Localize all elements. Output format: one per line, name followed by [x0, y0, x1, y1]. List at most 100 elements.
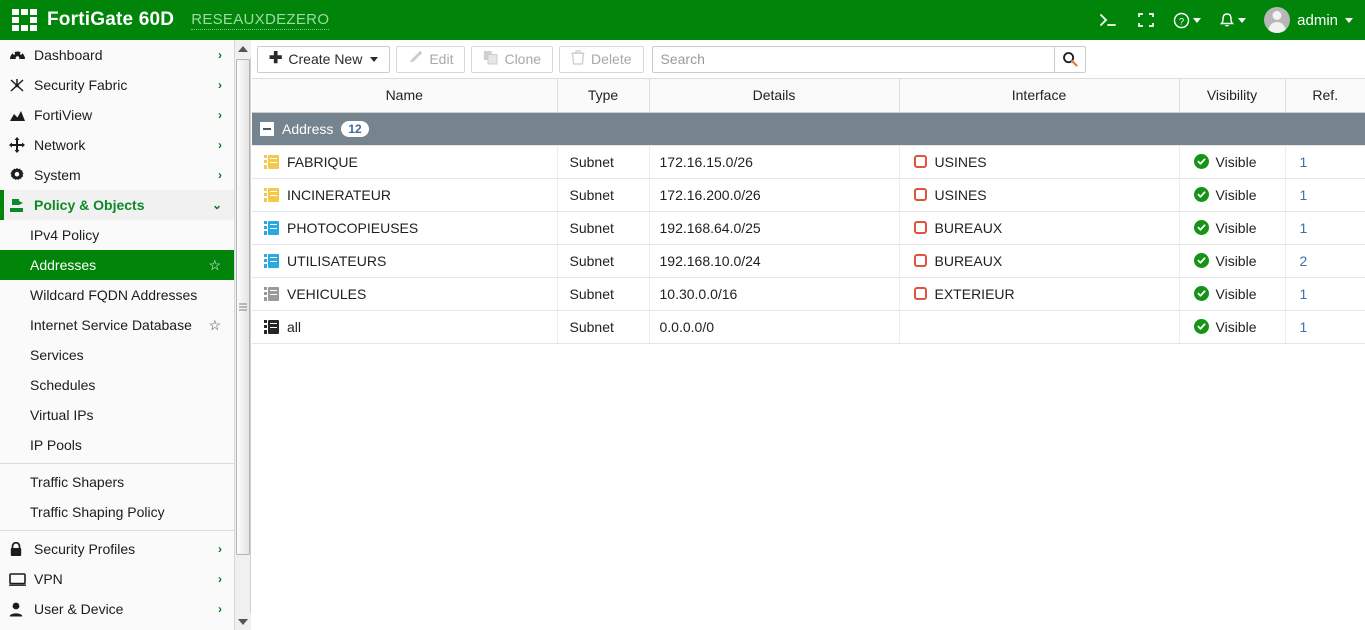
visibility-label: Visible	[1215, 219, 1257, 236]
star-icon[interactable]: ☆	[208, 318, 221, 332]
sidebar-item-traffic-shapers[interactable]: Traffic Shapers	[0, 467, 234, 497]
create-new-button[interactable]: ✚ Create New	[257, 45, 391, 73]
address-name: UTILISATEURS	[287, 252, 387, 269]
ref-count-link[interactable]: 1	[1294, 286, 1308, 302]
chevron-right-icon: ›	[218, 542, 222, 556]
cell-ref: 1	[1285, 145, 1365, 179]
sidebar-item-services[interactable]: Services	[0, 340, 234, 370]
interface-name: BUREAUX	[934, 252, 1003, 269]
address-table: Name Type Details Interface Visibility R…	[252, 79, 1365, 344]
address-object-icon	[264, 154, 279, 169]
sidebar-item-wildcard-fqdn-addresses[interactable]: Wildcard FQDN Addresses	[0, 280, 234, 310]
scrollbar-thumb[interactable]	[236, 59, 250, 555]
chevron-right-icon: ›	[218, 138, 222, 152]
sidebar-item-fortiview[interactable]: FortiView ›	[0, 100, 234, 130]
sidebar-scrollbar[interactable]	[235, 40, 251, 630]
collapse-icon[interactable]	[260, 121, 274, 136]
sidebar-label: Security Fabric	[34, 77, 128, 93]
interface-name: BUREAUX	[934, 219, 1003, 236]
sidebar-item-schedules[interactable]: Schedules	[0, 370, 234, 400]
system-gear-icon	[9, 167, 31, 183]
svg-text:?: ?	[1179, 16, 1184, 27]
sidebar-label: VPN	[34, 571, 63, 587]
sidebar-item-system[interactable]: System ›	[0, 160, 234, 190]
ref-count-link[interactable]: 1	[1294, 154, 1308, 170]
ref-count-link[interactable]: 1	[1294, 187, 1308, 203]
table-row[interactable]: all Subnet 0.0.0.0/0 Visible 1	[252, 310, 1365, 344]
sidebar-item-ip-pools[interactable]: IP Pools	[0, 430, 234, 460]
fullscreen-icon[interactable]	[1137, 12, 1155, 28]
clone-icon	[483, 50, 498, 68]
lock-icon	[9, 541, 31, 557]
delete-button[interactable]: Delete	[559, 45, 644, 73]
ref-count-link[interactable]: 2	[1294, 253, 1308, 269]
table-row[interactable]: INCINERATEUR Subnet 172.16.200.0/26 USINES V…	[252, 178, 1365, 212]
table-row[interactable]: FABRIQUE Subnet 172.16.15.0/26 USINES Visibl…	[252, 145, 1365, 179]
sidebar-item-vpn[interactable]: VPN ›	[0, 564, 234, 594]
sidebar-item-user-device[interactable]: User & Device ›	[0, 594, 234, 624]
address-name: VEHICULES	[287, 285, 367, 302]
table-row[interactable]: VEHICULES Subnet 10.30.0.0/16 EXTERIEUR Visi…	[252, 277, 1365, 311]
trash-icon	[571, 50, 585, 68]
sidebar-label: User & Device	[34, 601, 124, 617]
cell-interface: BUREAUX	[899, 211, 1180, 245]
address-name: INCINERATEUR	[287, 186, 391, 203]
address-name: PHOTOCOPIEUSES	[287, 219, 419, 236]
column-header-name[interactable]: Name	[252, 79, 558, 113]
chevron-right-icon: ›	[218, 108, 222, 122]
edit-button[interactable]: Edit	[396, 45, 466, 73]
help-icon[interactable]: ?	[1173, 12, 1202, 29]
notifications-icon[interactable]	[1219, 12, 1247, 29]
table-body: Address 12 FABRIQUE Subnet 172.16.15.0/26 U…	[252, 112, 1365, 344]
star-icon[interactable]: ☆	[208, 258, 221, 272]
scroll-down-button[interactable]	[235, 613, 251, 630]
cell-name: PHOTOCOPIEUSES	[252, 211, 558, 245]
cell-details: 0.0.0.0/0	[649, 310, 900, 344]
table-row[interactable]: UTILISATEURS Subnet 192.168.10.0/24 BUREAUX…	[252, 244, 1365, 278]
sidebar-item-addresses[interactable]: Addresses ☆	[0, 250, 234, 280]
search-button[interactable]	[1053, 45, 1086, 73]
hostname-label[interactable]: RESEAUXDEZERO	[191, 11, 330, 30]
check-circle-icon	[1193, 187, 1209, 202]
chevron-down-icon	[370, 56, 379, 62]
search-input[interactable]	[651, 45, 1054, 73]
sidebar-item-policy-objects[interactable]: Policy & Objects ⌄	[0, 190, 234, 220]
column-header-interface[interactable]: Interface	[899, 79, 1180, 113]
column-header-type[interactable]: Type	[557, 79, 650, 113]
cli-console-icon[interactable]	[1099, 12, 1119, 28]
chevron-right-icon: ›	[218, 168, 222, 182]
sidebar-item-ipv4-policy[interactable]: IPv4 Policy	[0, 220, 234, 250]
group-row[interactable]: Address 12	[252, 112, 1365, 146]
fortinet-logo-icon	[12, 9, 38, 31]
ref-count-link[interactable]: 1	[1294, 319, 1308, 335]
edit-label: Edit	[429, 51, 454, 67]
ref-count-link[interactable]: 1	[1294, 220, 1308, 236]
sidebar-label: Policy & Objects	[34, 197, 145, 213]
sidebar-item-traffic-shaping-policy[interactable]: Traffic Shaping Policy	[0, 497, 234, 527]
cell-interface: BUREAUX	[899, 244, 1180, 278]
scroll-up-button[interactable]	[235, 40, 251, 57]
sidebar-item-internet-service-database[interactable]: Internet Service Database ☆	[0, 310, 234, 340]
clone-button[interactable]: Clone	[471, 45, 554, 73]
interface-zone-icon	[913, 221, 927, 234]
cell-visibility: Visible	[1179, 310, 1286, 344]
sidebar-divider	[0, 463, 234, 464]
column-header-ref[interactable]: Ref.	[1285, 79, 1365, 113]
address-name: all	[287, 318, 302, 335]
sidebar-item-network[interactable]: Network ›	[0, 130, 234, 160]
sidebar-item-virtual-ips[interactable]: Virtual IPs	[0, 400, 234, 430]
column-header-visibility[interactable]: Visibility	[1179, 79, 1286, 113]
table-row[interactable]: PHOTOCOPIEUSES Subnet 192.168.64.0/25 BUREA…	[252, 211, 1365, 245]
sidebar-item-dashboard[interactable]: Dashboard ›	[0, 40, 234, 70]
column-header-details[interactable]: Details	[649, 79, 900, 113]
group-row-cell[interactable]: Address 12	[252, 112, 1365, 146]
sidebar-item-security-fabric[interactable]: Security Fabric ›	[0, 70, 234, 100]
sidebar-item-security-profiles[interactable]: Security Profiles ›	[0, 534, 234, 564]
triangle-down-icon	[238, 618, 248, 625]
visibility-label: Visible	[1215, 186, 1257, 203]
sidebar-item-wifi-switch-controller[interactable]: WiFi & Switch Controller ›	[0, 624, 234, 630]
address-object-icon	[264, 187, 279, 202]
monitor-icon	[9, 572, 31, 586]
create-new-label: Create New	[288, 51, 363, 67]
admin-menu[interactable]: admin	[1264, 7, 1353, 33]
